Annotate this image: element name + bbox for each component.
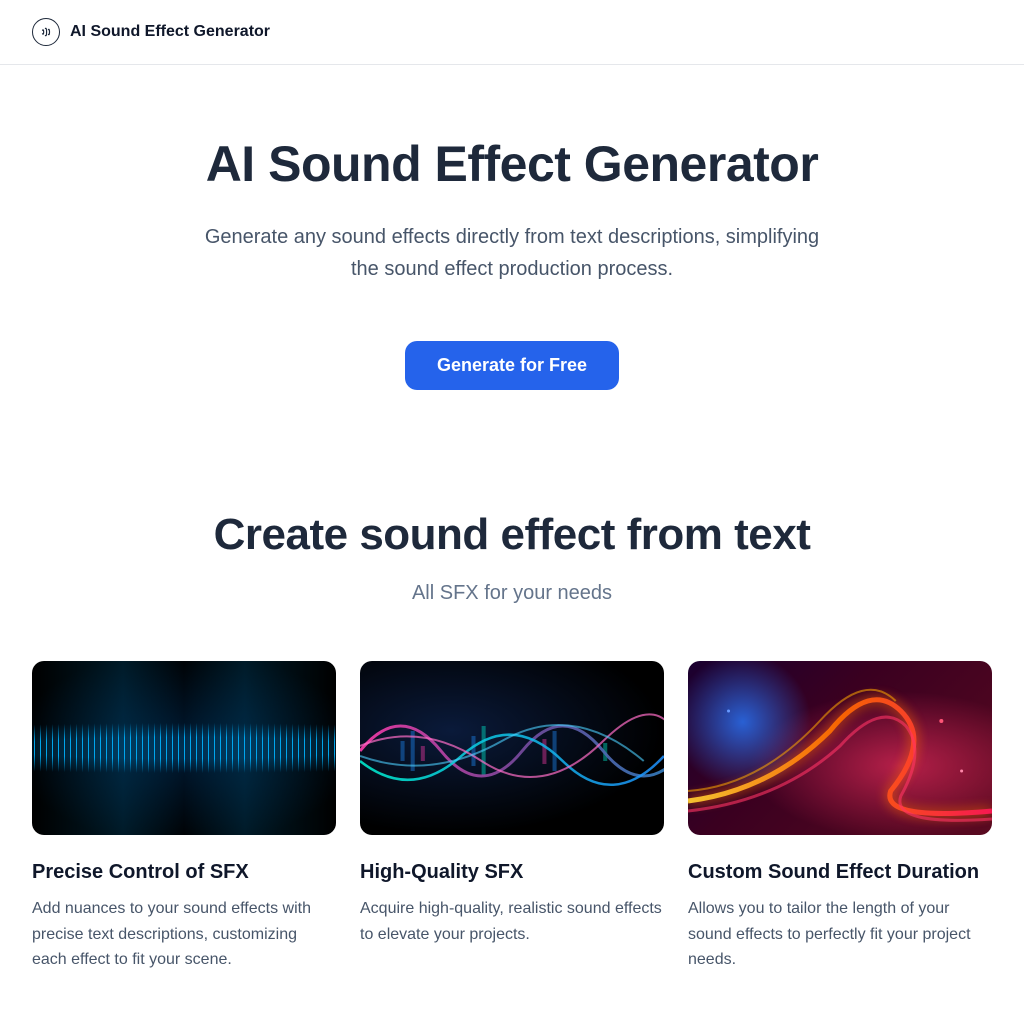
feature-card: Custom Sound Effect Duration Allows you … bbox=[688, 661, 992, 973]
generate-free-button[interactable]: Generate for Free bbox=[405, 341, 619, 390]
brand-name: AI Sound Effect Generator bbox=[70, 23, 270, 41]
header: AI Sound Effect Generator bbox=[0, 0, 1024, 65]
hero-section: AI Sound Effect Generator Generate any s… bbox=[0, 65, 1024, 510]
feature-image-curves bbox=[360, 661, 664, 835]
feature-image-streaks bbox=[688, 661, 992, 835]
feature-card-desc: Allows you to tailor the length of your … bbox=[688, 896, 992, 973]
features-subtitle: All SFX for your needs bbox=[32, 582, 992, 605]
feature-card-title: High-Quality SFX bbox=[360, 861, 664, 884]
feature-card-title: Precise Control of SFX bbox=[32, 861, 336, 884]
feature-card: High-Quality SFX Acquire high-quality, r… bbox=[360, 661, 664, 973]
sound-wave-icon bbox=[32, 18, 60, 46]
feature-cards: Precise Control of SFX Add nuances to yo… bbox=[32, 661, 992, 973]
hero-title: AI Sound Effect Generator bbox=[80, 135, 944, 193]
feature-card-desc: Add nuances to your sound effects with p… bbox=[32, 896, 336, 973]
feature-card: Precise Control of SFX Add nuances to yo… bbox=[32, 661, 336, 973]
features-title: Create sound effect from text bbox=[32, 510, 992, 560]
feature-card-desc: Acquire high-quality, realistic sound ef… bbox=[360, 896, 664, 947]
feature-card-title: Custom Sound Effect Duration bbox=[688, 861, 992, 884]
hero-subtitle: Generate any sound effects directly from… bbox=[192, 221, 832, 285]
feature-image-waveform bbox=[32, 661, 336, 835]
features-section: Create sound effect from text All SFX fo… bbox=[0, 510, 1024, 973]
